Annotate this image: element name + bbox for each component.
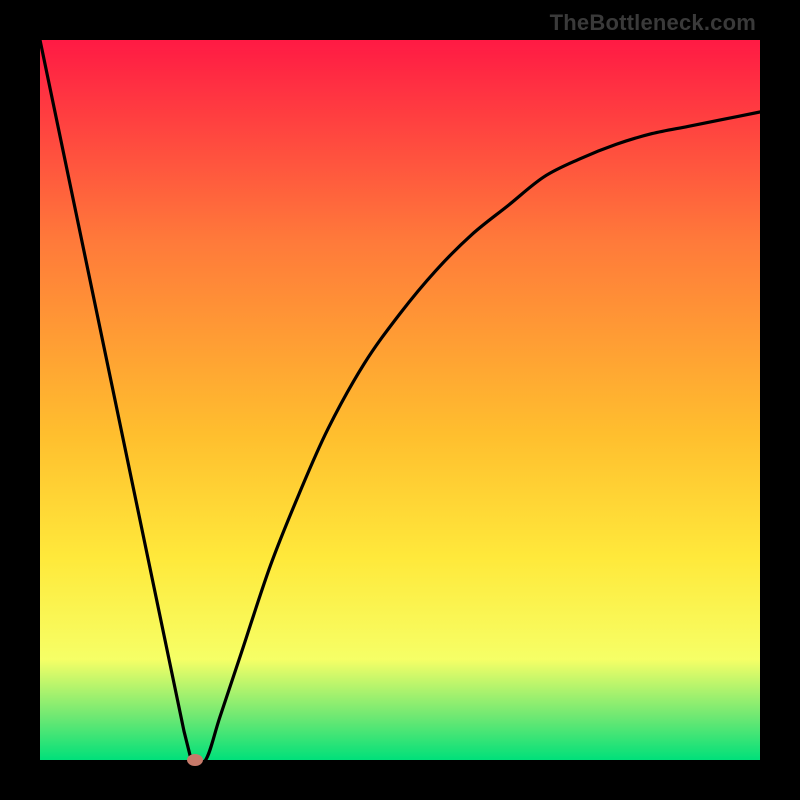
plot-area	[40, 40, 760, 760]
watermark-text: TheBottleneck.com	[550, 10, 756, 36]
chart-stage: TheBottleneck.com	[0, 0, 800, 800]
bottleneck-curve	[40, 40, 760, 760]
minimum-marker	[187, 754, 203, 766]
